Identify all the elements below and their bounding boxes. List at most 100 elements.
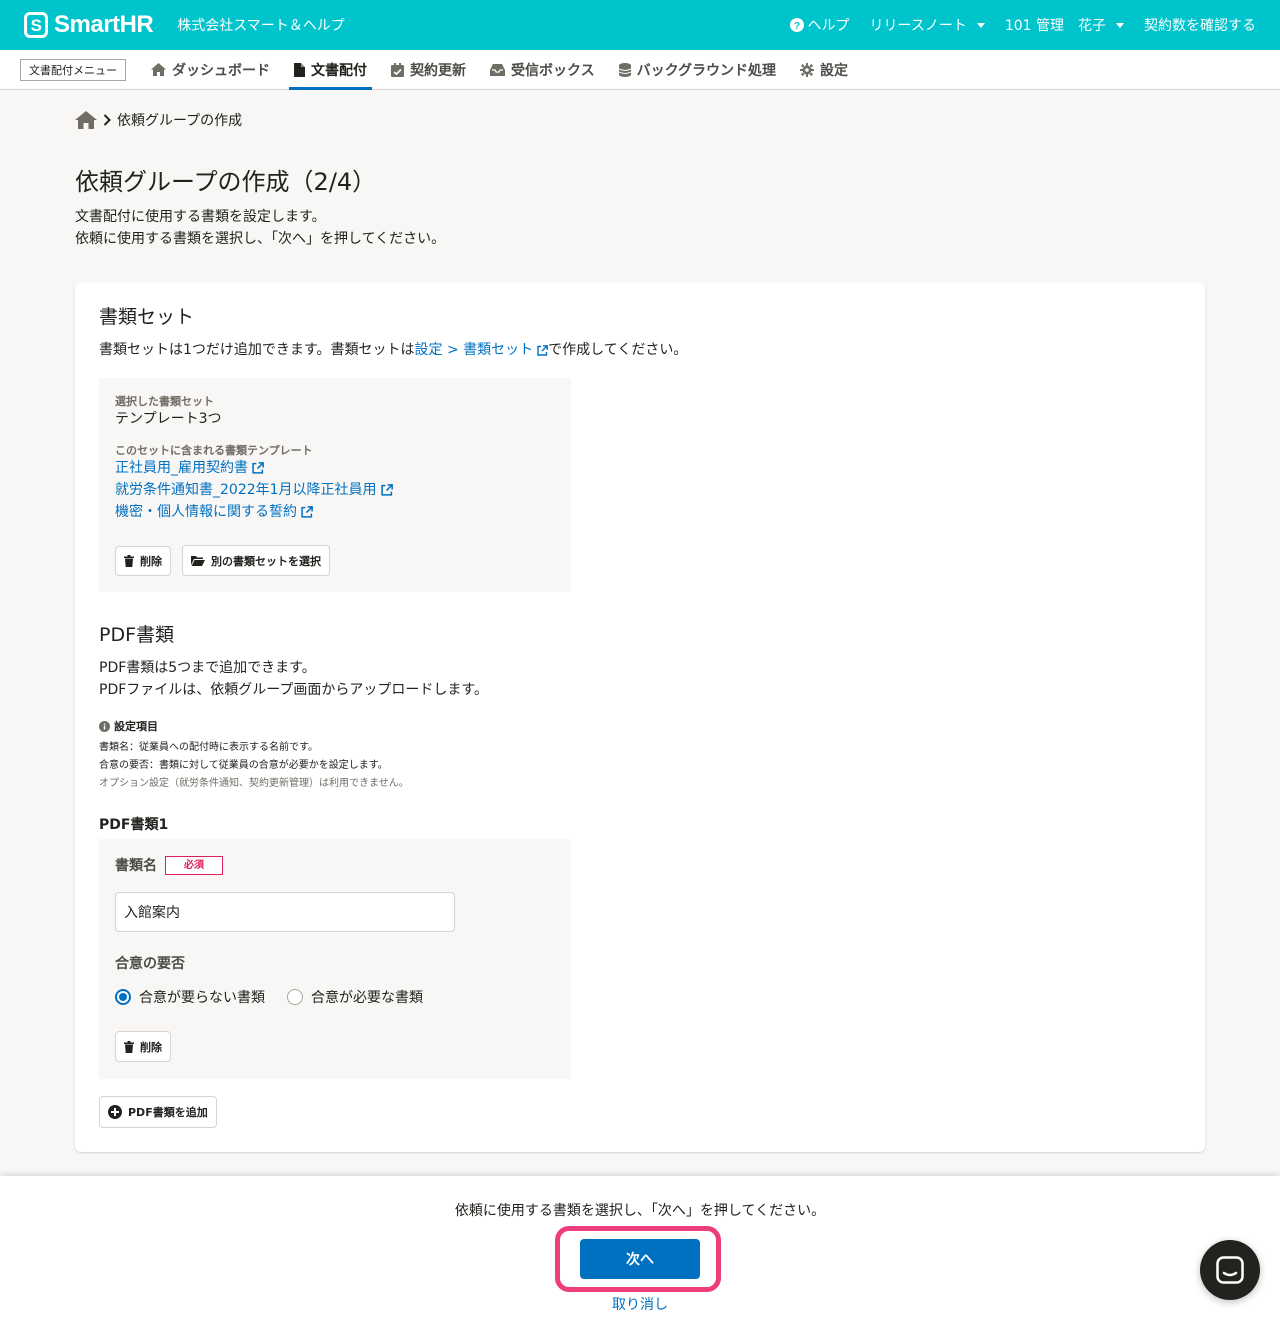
gear-icon [800,62,815,77]
pdf-document-box: 書類名 必須 入館案内 合意の要否 合意が要らない書類 合意が必要な書類 削除 [99,839,571,1079]
contract-count-label: 契約数を確認する [1144,18,1256,34]
next-button[interactable]: 次へ [580,1239,700,1279]
radio-label: 合意が要らない書類 [139,990,265,1006]
release-notes-dropdown[interactable]: リリースノート [870,15,985,35]
user-name: 101 管理 花子 [1004,18,1106,34]
company-name: 株式会社スマート＆ヘルプ [177,18,345,34]
trash-icon [124,1040,134,1053]
page-title: 依頼グループの作成（2/4） [75,168,377,196]
chevron-down-icon [1116,22,1124,28]
tab-dashboard[interactable]: ダッシュボード [146,50,275,90]
external-link-icon [380,484,393,496]
external-link-icon [252,462,264,474]
contract-count-link[interactable]: 契約数を確認する [1144,15,1256,35]
settings-link-label: 設定 > 書類セット [414,342,534,358]
tab-label: 設定 [820,62,849,79]
template-link[interactable]: 正社員用_雇用契約書 [115,457,393,479]
chat-support-button[interactable] [1200,1240,1260,1300]
chat-icon [1216,1256,1244,1284]
tab-document-distribution[interactable]: 文書配付 [289,50,372,90]
tab-settings[interactable]: 設定 [795,50,853,90]
user-menu[interactable]: 101 管理 花子 [1005,15,1124,35]
document-set-description: 書類セットは1つだけ追加できます。書類セットは 設定 > 書類セット で作成して… [99,339,687,361]
breadcrumb: 依頼グループの作成 [75,110,242,130]
page-description-line: 依頼に使用する書類を選択し、「次へ」を押してください。 [75,231,446,247]
consent-label: 合意の要否 [115,956,185,972]
info-icon [99,720,110,732]
template-link-label: 正社員用_雇用契約書 [115,460,248,476]
documents-panel: 書類セット 書類セットは1つだけ追加できます。書類セットは 設定 > 書類セット… [75,282,1205,1152]
info-line: 書類名：従業員への配付時に表示する名前です。 [99,742,318,753]
selected-document-set-box: 選択した書類セット テンプレート3つ このセットに含まれる書類テンプレート 正社… [99,378,571,592]
tab-contract-renewal[interactable]: 契約更新 [386,50,471,90]
button-label: 削除 [140,1040,162,1054]
logo-text: SmartHR [54,11,154,38]
template-list: 正社員用_雇用契約書 就労条件通知書_2022年1月以降正社員用 機密・個人情報… [115,457,393,523]
document-set-desc-prefix: 書類セットは1つだけ追加できます。書類セットは [99,342,415,358]
template-link[interactable]: 機密・個人情報に関する誓約 [115,501,393,523]
document-icon [294,62,305,77]
bottom-message: 依頼に使用する書類を選択し、「次へ」を押してください。 [454,1203,826,1219]
button-label: 削除 [140,555,162,568]
calendar-check-icon [391,62,404,77]
home-icon [151,63,166,76]
selected-set-label: 選択した書類セット [115,395,214,408]
field-label-text: 書類名 [115,858,157,874]
release-notes-label: リリースノート [869,18,967,34]
settings-info-heading: 設定項目 [99,718,158,734]
trash-icon [124,555,134,567]
document-set-settings-link[interactable]: 設定 > 書類セット [415,339,549,361]
pdf-description: PDF書類は5つまで追加できます。 PDFファイルは、依頼グループ画面からアップ… [99,657,488,701]
database-icon [618,62,631,77]
templates-label: このセットに含まれる書類テンプレート [115,444,313,457]
global-header: S SmartHR 株式会社スマート＆ヘルプ ? ヘルプ リリースノート 101… [0,0,1280,50]
tab-label: 受信ボックス [511,62,595,79]
pdf-section-title: PDF書類 [99,624,175,646]
pdf-description-line: PDF書類は5つまで追加できます。 [99,660,316,676]
external-link-icon [301,506,313,518]
external-link-icon [537,344,549,356]
bottom-action-bar: 依頼に使用する書類を選択し、「次へ」を押してください。 次へ 取り消し [0,1176,1280,1340]
template-link[interactable]: 就労条件通知書_2022年1月以降正社員用 [115,479,393,501]
info-line: 合意の要否：書類に対して従業員の合意が必要かを設定します。 [99,760,388,771]
help-label: ヘルプ [807,18,850,34]
folder-open-icon [191,556,205,566]
consent-required-radio[interactable]: 合意が必要な書類 [287,987,423,1007]
button-label: PDF書類を追加 [128,1106,208,1119]
pdf-description-line: PDFファイルは、依頼グループ画面からアップロードします。 [99,682,489,698]
smarthr-logo[interactable]: S SmartHR [24,11,154,39]
svg-text:?: ? [793,21,799,32]
select-other-document-set-button[interactable]: 別の書類セットを選択 [182,545,330,576]
consent-not-required-radio[interactable]: 合意が要らない書類 [115,987,265,1007]
delete-document-set-button[interactable]: 削除 [115,546,171,576]
inbox-icon [490,63,505,76]
delete-pdf-button[interactable]: 削除 [115,1031,171,1062]
chevron-down-icon [976,22,985,28]
radio-label: 合意が必要な書類 [311,990,423,1006]
settings-info-body: 書類名：従業員への配付時に表示する名前です。 合意の要否：書類に対して従業員の合… [99,739,409,793]
app-menu-label: 文書配付メニュー [20,58,126,81]
tab-label: 文書配付 [311,62,367,79]
add-pdf-button[interactable]: PDF書類を追加 [99,1096,217,1128]
settings-info-title: 設定項目 [114,720,158,733]
page-description: 文書配付に使用する書類を設定します。 依頼に使用する書類を選択し、「次へ」を押し… [75,206,445,250]
cancel-link[interactable]: 取り消し [0,1294,1280,1314]
help-icon: ? [789,18,804,32]
radio-checked-icon [115,989,131,1005]
document-name-input[interactable]: 入館案内 [115,892,455,932]
help-link[interactable]: ? ヘルプ [789,15,850,35]
home-icon[interactable] [75,111,97,129]
app-navigation: 文書配付メニュー ダッシュボード 文書配付 契約更新 受信ボックス バックグラウ… [0,50,1280,90]
document-set-desc-suffix: で作成してください。 [548,342,688,358]
radio-unchecked-icon [287,989,303,1005]
chevron-right-icon [103,114,111,126]
document-name-label: 書類名 必須 [115,855,223,875]
tab-label: バックグラウンド処理 [636,62,777,79]
tab-background-jobs[interactable]: バックグラウンド処理 [614,50,781,90]
consent-radio-group: 合意が要らない書類 合意が必要な書類 [115,987,423,1007]
tab-inbox[interactable]: 受信ボックス [485,50,600,90]
template-link-label: 就労条件通知書_2022年1月以降正社員用 [115,482,377,498]
breadcrumb-current: 依頼グループの作成 [117,113,243,129]
pdf-item-title: PDF書類1 [99,817,169,833]
info-line: オプション設定（就労条件通知、契約更新管理）は利用できません。 [99,778,409,789]
